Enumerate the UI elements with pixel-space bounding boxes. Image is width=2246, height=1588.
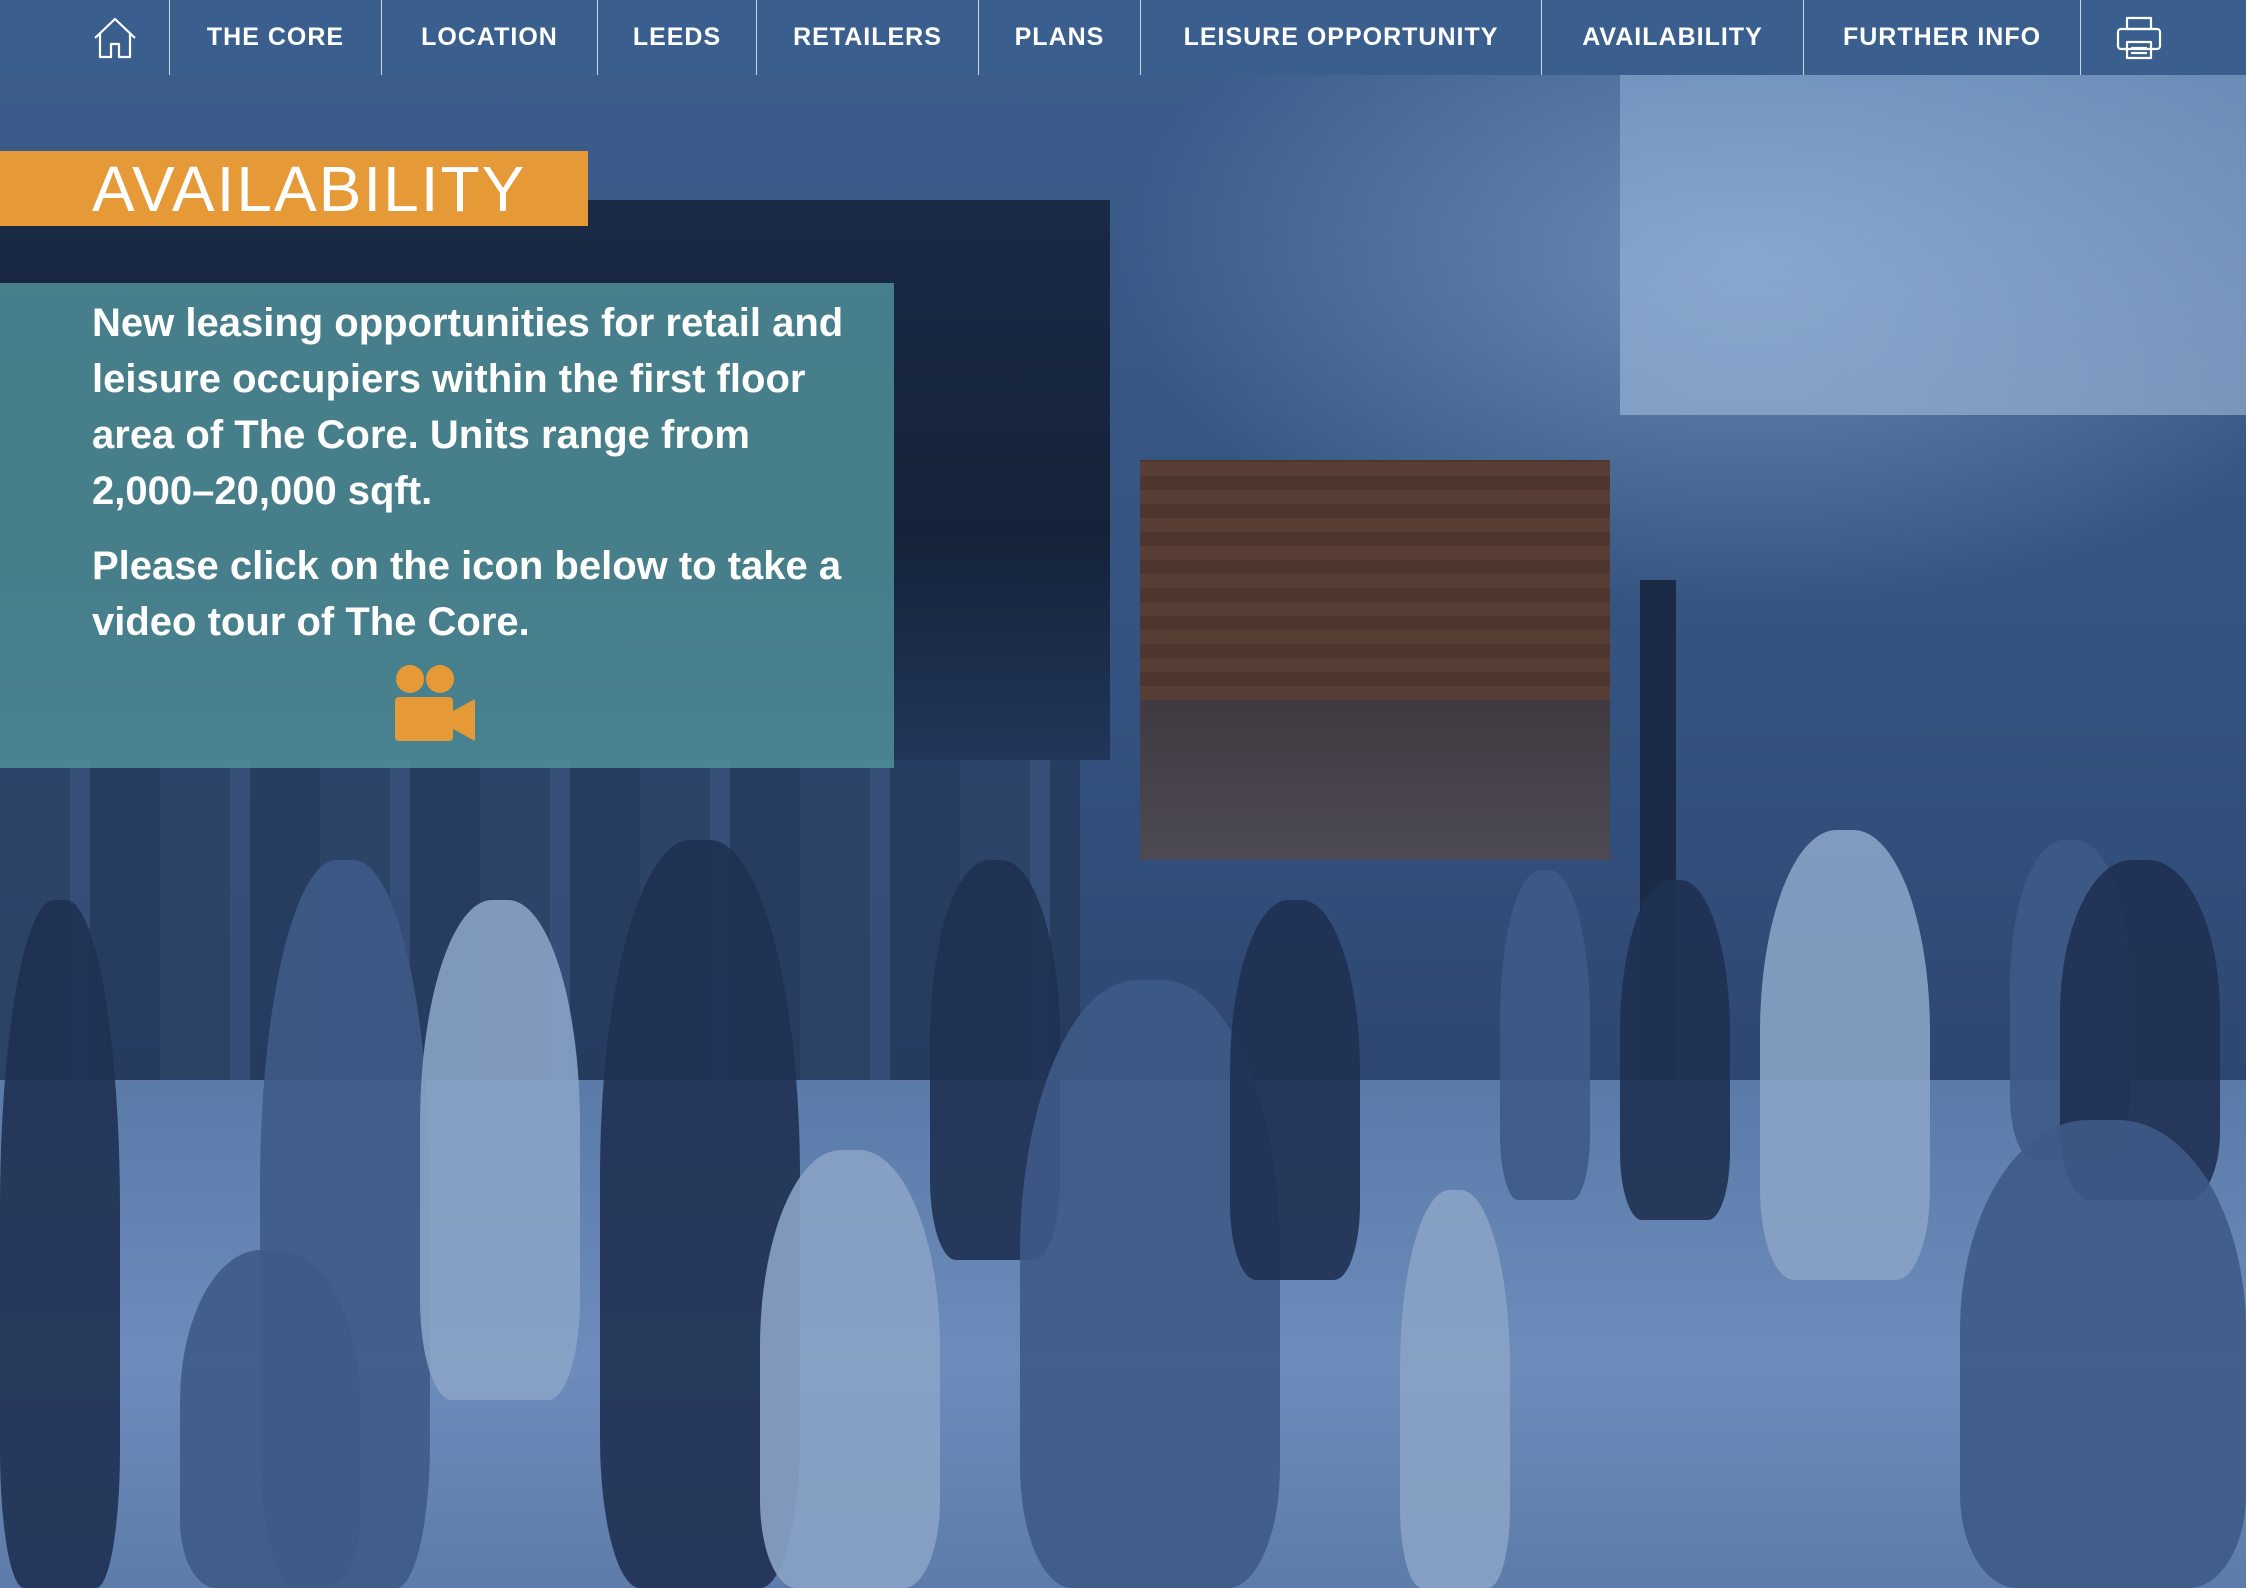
nav-retailers[interactable]: RETAILERS: [757, 0, 979, 75]
video-camera-icon: [393, 665, 477, 747]
availability-info-panel: New leasing opportunities for retail and…: [0, 283, 894, 768]
nav-leisure-opportunity[interactable]: LEISURE OPPORTUNITY: [1141, 0, 1542, 75]
nav-label: LEISURE OPPORTUNITY: [1183, 23, 1499, 51]
background-photo: [0, 0, 2246, 1588]
nav-further-info[interactable]: FURTHER INFO: [1804, 0, 2081, 75]
nav-plans[interactable]: PLANS: [979, 0, 1141, 75]
nav-label: FURTHER INFO: [1842, 23, 2042, 51]
top-nav: THE CORE LOCATION LEEDS RETAILERS PLANS …: [0, 0, 2246, 75]
printer-icon: [2114, 14, 2164, 62]
nav-availability[interactable]: AVAILABILITY: [1542, 0, 1804, 75]
video-tour-prompt: Please click on the icon below to take a…: [92, 544, 842, 644]
nav-home[interactable]: [60, 0, 170, 75]
nav-location[interactable]: LOCATION: [382, 0, 598, 75]
nav-label: LOCATION: [421, 23, 558, 51]
nav-leeds[interactable]: LEEDS: [598, 0, 757, 75]
video-tour-button[interactable]: [393, 663, 477, 743]
page-title: AVAILABILITY: [92, 153, 527, 225]
nav-label: THE CORE: [206, 23, 345, 51]
nav-the-core[interactable]: THE CORE: [170, 0, 382, 75]
nav-label: PLANS: [1014, 23, 1105, 51]
availability-intro-text: New leasing opportunities for retail and…: [92, 301, 844, 513]
print-button[interactable]: [2081, 0, 2196, 75]
home-icon: [91, 14, 139, 62]
nav-label: LEEDS: [632, 23, 722, 51]
nav-label: RETAILERS: [793, 23, 942, 51]
page-heading-bar: AVAILABILITY: [0, 151, 588, 226]
nav-label: AVAILABILITY: [1582, 23, 1763, 51]
